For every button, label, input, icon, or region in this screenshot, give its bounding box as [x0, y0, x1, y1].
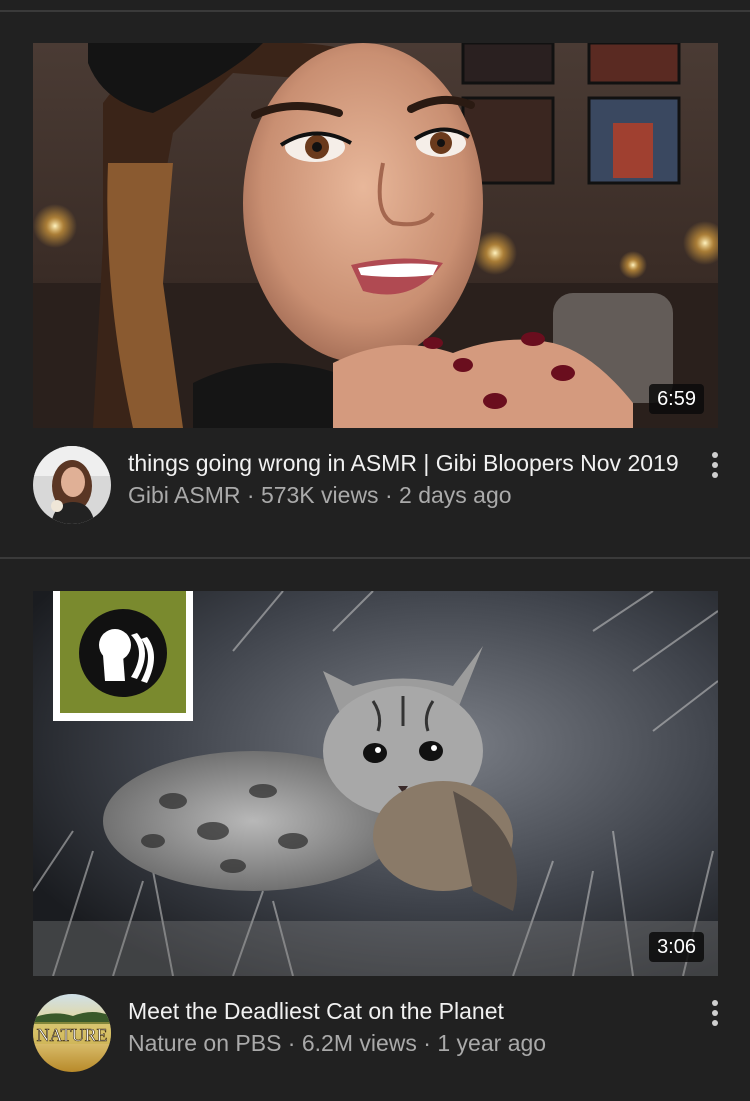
duration-badge: 6:59 — [649, 384, 704, 414]
video-thumbnail[interactable]: 3:06 — [33, 591, 718, 976]
channel-avatar[interactable]: NATURE — [33, 994, 111, 1072]
video-meta: NATURE Meet the Deadliest Cat on the Pla… — [0, 992, 750, 1082]
view-count: 573K views — [260, 482, 379, 508]
more-vert-icon[interactable] — [700, 998, 730, 1032]
channel-avatar[interactable] — [33, 446, 111, 524]
video-meta: things going wrong in ASMR | Gibi Bloope… — [0, 444, 750, 534]
video-thumbnail[interactable]: 6:59 — [33, 43, 718, 428]
separator: · — [416, 1030, 438, 1056]
duration-badge: 3:06 — [649, 932, 704, 962]
separator: · — [281, 1030, 302, 1056]
video-title[interactable]: Meet the Deadliest Cat on the Planet — [128, 996, 504, 1026]
thumbnail-image-woman — [33, 43, 718, 428]
separator: · — [378, 482, 400, 508]
video-feed: 6:59 things going wrong in ASMR | Gibi B… — [0, 0, 750, 1101]
upload-age: 1 year ago — [437, 1030, 547, 1056]
avatar-image — [33, 446, 111, 524]
more-vert-icon[interactable] — [700, 450, 730, 484]
video-title[interactable]: things going wrong in ASMR | Gibi Bloope… — [128, 448, 679, 478]
view-count: 6.2M views — [301, 1030, 417, 1056]
video-subtitle: Nature on PBS · 6.2M views · 1 year ago — [128, 1028, 546, 1058]
upload-age: 2 days ago — [399, 482, 512, 508]
channel-name[interactable]: Nature on PBS — [128, 1030, 281, 1056]
avatar-text: NATURE — [37, 1025, 108, 1045]
divider — [0, 557, 750, 559]
avatar-image: NATURE — [33, 994, 111, 1072]
video-subtitle: Gibi ASMR · 573K views · 2 days ago — [128, 480, 512, 510]
channel-name[interactable]: Gibi ASMR — [128, 482, 240, 508]
thumbnail-image-cat — [33, 591, 718, 976]
divider — [0, 10, 750, 12]
separator: · — [240, 482, 261, 508]
